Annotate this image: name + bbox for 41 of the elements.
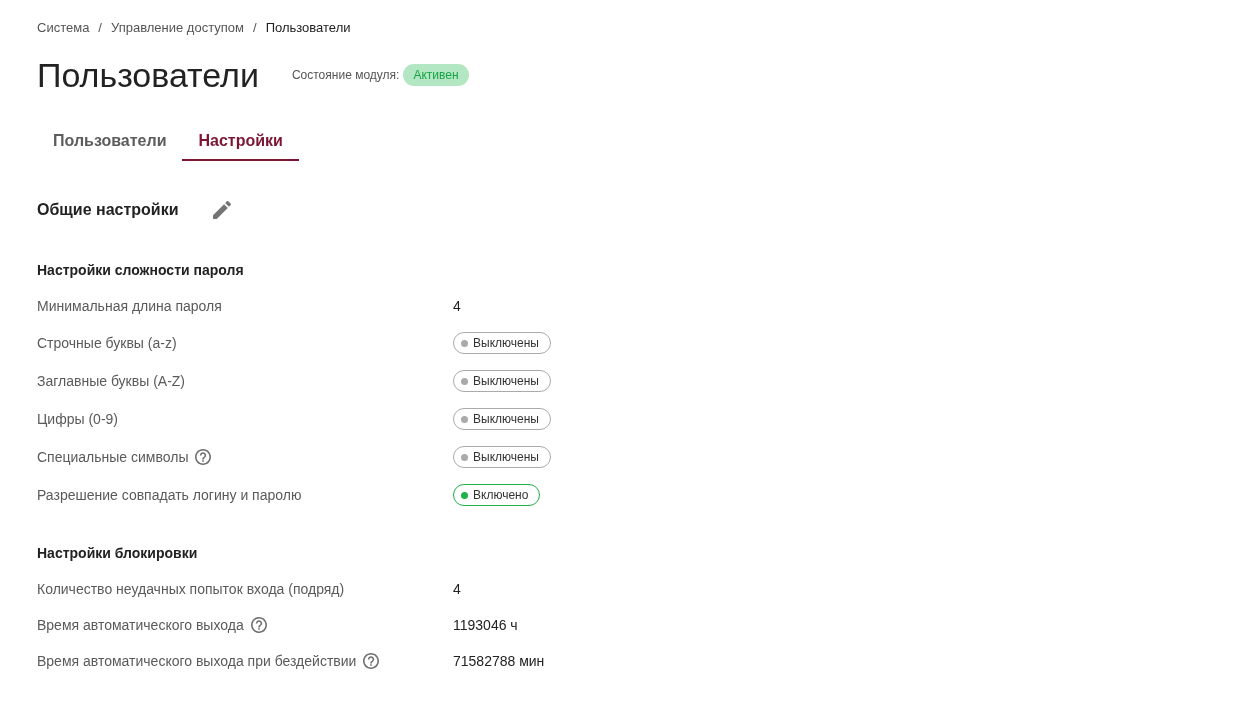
status-dot-icon (461, 415, 468, 423)
group-title: Настройки блокировки (37, 544, 199, 563)
setting-label: Специальные символы (37, 447, 189, 467)
status-badge: Включено (453, 484, 541, 506)
breadcrumb-link[interactable]: Управление доступом (111, 18, 244, 38)
setting-value: 1193046 ч (453, 615, 518, 635)
page-title: Пользователи (37, 55, 259, 96)
help-icon[interactable] (250, 617, 267, 633)
status-dot-icon (461, 491, 468, 499)
tab[interactable]: Настройки (182, 121, 299, 161)
help-icon[interactable] (195, 449, 212, 465)
setting-label: Время автоматического выхода при бездействии (37, 651, 357, 671)
group-title: Настройки сложности пароля (37, 261, 245, 280)
tab[interactable]: Пользователи (37, 121, 183, 161)
setting-label: Строчные буквы (a-z) (37, 333, 177, 353)
setting-label: Заглавные буквы (A-Z) (37, 371, 185, 391)
module-status-label: Состояние модуля: (291, 67, 400, 84)
breadcrumb-separator: / (98, 19, 102, 37)
setting-label: Цифры (0-9) (37, 409, 118, 429)
setting-value: 4 (453, 296, 461, 316)
breadcrumb-separator: / (253, 19, 257, 37)
module-status-badge: Активен (403, 64, 469, 86)
breadcrumb-current: Пользователи (265, 19, 351, 37)
section-title: Общие настройки (37, 200, 180, 220)
setting-value: 4 (453, 579, 461, 599)
pencil-icon (213, 201, 231, 219)
status-dot-icon (461, 453, 468, 461)
setting-label: Разрешение совпадать логину и паролю (37, 485, 302, 505)
status-dot-icon (461, 377, 468, 385)
setting-label: Минимальная длина пароля (37, 296, 222, 316)
breadcrumb-link[interactable]: Система (37, 18, 90, 38)
status-badge: Выключены (453, 370, 551, 392)
status-badge: Выключены (453, 332, 551, 354)
edit-button[interactable] (213, 201, 231, 219)
setting-value: 71582788 мин (453, 651, 545, 671)
status-badge: Выключены (453, 446, 551, 468)
status-dot-icon (461, 339, 468, 347)
status-badge: Выключены (453, 408, 551, 430)
setting-label: Время автоматического выхода (37, 615, 244, 635)
setting-label: Количество неудачных попыток входа (подряд) (37, 579, 345, 599)
help-icon[interactable] (363, 653, 380, 669)
